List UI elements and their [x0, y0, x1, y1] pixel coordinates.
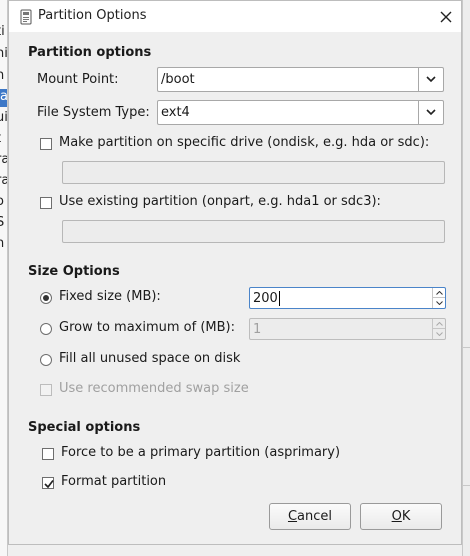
bg-text-fragment: hi — [0, 46, 8, 61]
fixed-size-label: Fixed size (MB): — [59, 289, 161, 304]
chevron-down-icon — [435, 332, 443, 336]
bg-text-fragment: ra — [0, 152, 7, 167]
fill-unused-radio[interactable] — [40, 354, 52, 366]
primary-partition-label: Force to be a primary partition (asprima… — [61, 445, 341, 460]
chevron-down-icon — [435, 301, 443, 305]
chevron-up-icon — [435, 290, 443, 295]
bg-text-fragment: ti — [0, 24, 5, 39]
bg-selected-fragment: a — [0, 89, 7, 107]
spin-up-button[interactable] — [433, 288, 445, 298]
ok-button[interactable]: OK — [360, 503, 442, 530]
fixed-size-value: 200 — [253, 291, 278, 306]
bg-text-fragment: ra — [0, 173, 7, 188]
ok-mnemonic: O — [391, 509, 402, 524]
app-icon — [19, 9, 33, 25]
mount-point-value: /boot — [161, 72, 195, 87]
chevron-down-icon — [426, 76, 436, 83]
bg-text-fragment: S — [0, 215, 4, 230]
mount-point-label: Mount Point: — [37, 72, 119, 87]
bg-text-fragment: t — [0, 131, 1, 146]
partition-options-heading: Partition options — [28, 45, 152, 60]
bg-text-fragment: o — [0, 194, 4, 209]
mount-point-dropdown-button[interactable] — [418, 68, 443, 91]
special-options-heading: Special options — [28, 420, 141, 435]
close-icon — [440, 11, 452, 23]
spin-down-button[interactable] — [433, 298, 445, 308]
grow-to-max-spinbox[interactable]: 1 — [249, 318, 446, 340]
recommended-swap-label: Use recommended swap size — [59, 381, 249, 396]
size-options-heading: Size Options — [28, 264, 120, 279]
bg-text-fragment: ui — [0, 110, 8, 125]
onpart-input[interactable] — [62, 220, 445, 243]
dialog-title: Partition Options — [38, 8, 147, 23]
recommended-swap-checkbox[interactable] — [40, 384, 52, 396]
fill-unused-label: Fill all unused space on disk — [59, 351, 241, 366]
cancel-label-rest: ancel — [297, 509, 333, 524]
bg-text-fragment: n — [0, 236, 4, 251]
mount-point-combo[interactable]: /boot — [157, 67, 444, 92]
fixed-size-radio[interactable] — [40, 292, 52, 304]
grow-to-max-value: 1 — [253, 322, 262, 337]
fs-type-combo[interactable]: ext4 — [157, 100, 444, 125]
onpart-checkbox[interactable] — [40, 197, 52, 209]
close-button[interactable] — [435, 6, 457, 28]
partition-options-dialog: Partition Options Partition options Moun… — [8, 0, 462, 545]
grow-to-max-radio[interactable] — [40, 323, 52, 335]
spin-down-button[interactable] — [433, 329, 445, 339]
title-bar: Partition Options — [9, 1, 461, 32]
onpart-label: Use existing partition (onpart, e.g. hda… — [59, 194, 381, 209]
checkmark-icon — [44, 479, 54, 489]
chevron-up-icon — [435, 321, 443, 326]
ondisk-label: Make partition on specific drive (ondisk… — [59, 135, 430, 150]
fs-type-label: File System Type: — [37, 105, 150, 120]
fs-type-dropdown-button[interactable] — [418, 101, 443, 124]
background-window-right — [462, 0, 470, 556]
ondisk-checkbox[interactable] — [40, 138, 52, 150]
cancel-button[interactable]: Cancel — [269, 503, 351, 530]
cancel-mnemonic: C — [287, 509, 298, 524]
ondisk-input[interactable] — [62, 161, 445, 184]
bg-text-fragment: n — [0, 68, 4, 83]
fs-type-value: ext4 — [161, 105, 190, 120]
chevron-down-icon — [426, 109, 436, 116]
spin-up-button[interactable] — [433, 319, 445, 329]
ok-label-rest: K — [401, 509, 411, 524]
format-partition-checkbox[interactable] — [42, 477, 54, 489]
format-partition-label: Format partition — [61, 474, 167, 489]
grow-to-max-label: Grow to maximum of (MB): — [59, 320, 235, 335]
fixed-size-spinbox[interactable]: 200 — [249, 287, 446, 309]
primary-partition-checkbox[interactable] — [42, 448, 54, 460]
background-window-left: ti hi n a ui t ra ra o S n — [0, 0, 8, 556]
